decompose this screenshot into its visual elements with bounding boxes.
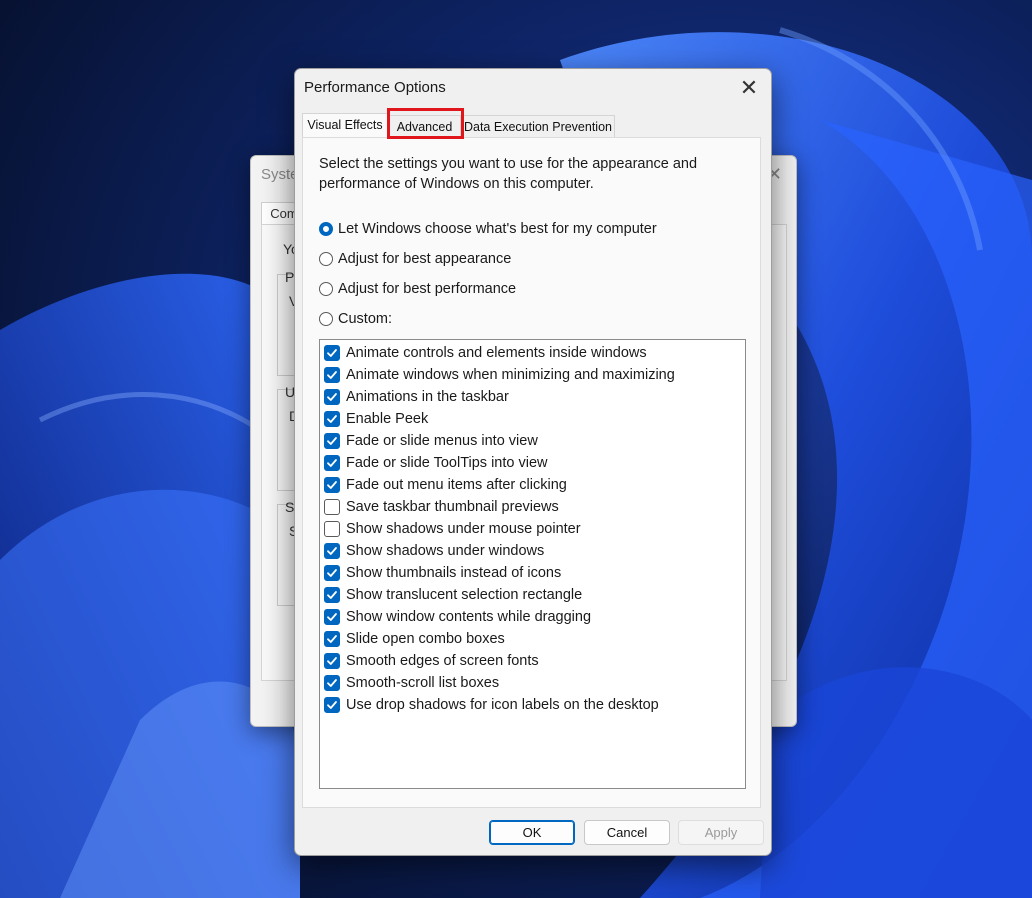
checkbox-checked-icon[interactable]: [324, 631, 340, 647]
visual-effects-listbox[interactable]: Animate controls and elements inside win…: [319, 339, 746, 789]
checkbox-checked-icon[interactable]: [324, 345, 340, 361]
checkbox-checked-icon[interactable]: [324, 609, 340, 625]
tab-data-execution-prevention[interactable]: Data Execution Prevention: [461, 115, 615, 137]
radio-unselected-icon[interactable]: [319, 252, 333, 266]
effect-option-label: Save taskbar thumbnail previews: [346, 499, 559, 515]
radio-label: Adjust for best appearance: [338, 251, 512, 267]
effect-option-label: Slide open combo boxes: [346, 631, 505, 647]
checkbox-checked-icon[interactable]: [324, 411, 340, 427]
effect-option-row[interactable]: Smooth-scroll list boxes: [324, 673, 499, 693]
performance-options-dialog: Performance Options ✕ Visual Effects Adv…: [294, 68, 772, 856]
effect-option-row[interactable]: Animate controls and elements inside win…: [324, 343, 647, 363]
effect-option-row[interactable]: Fade or slide ToolTips into view: [324, 453, 548, 473]
checkbox-checked-icon[interactable]: [324, 367, 340, 383]
checkbox-checked-icon[interactable]: [324, 653, 340, 669]
radio-selected-icon[interactable]: [319, 222, 333, 236]
effect-option-row[interactable]: Save taskbar thumbnail previews: [324, 497, 559, 517]
radio-let-windows-choose[interactable]: Let Windows choose what's best for my co…: [319, 219, 657, 239]
checkbox-checked-icon[interactable]: [324, 675, 340, 691]
effect-option-label: Fade out menu items after clicking: [346, 477, 567, 493]
close-icon[interactable]: ✕: [735, 75, 763, 101]
effect-option-row[interactable]: Animate windows when minimizing and maxi…: [324, 365, 675, 385]
effect-option-row[interactable]: Enable Peek: [324, 409, 428, 429]
effect-option-label: Smooth-scroll list boxes: [346, 675, 500, 691]
checkbox-unchecked-icon[interactable]: [324, 521, 340, 537]
intro-text: Select the settings you want to use for …: [319, 156, 698, 192]
checkbox-unchecked-icon[interactable]: [324, 499, 340, 515]
checkbox-checked-icon[interactable]: [324, 455, 340, 471]
effect-option-label: Show thumbnails instead of icons: [346, 565, 562, 581]
effect-option-label: Show window contents while dragging: [346, 609, 592, 625]
radio-label: Let Windows choose what's best for my co…: [338, 221, 657, 237]
radio-custom[interactable]: Custom:: [319, 309, 392, 329]
bg-text-fragment: S: [285, 499, 295, 515]
ok-button[interactable]: OK: [489, 820, 575, 845]
effect-option-row[interactable]: Use drop shadows for icon labels on the …: [324, 695, 659, 715]
effect-option-row[interactable]: Slide open combo boxes: [324, 629, 505, 649]
effect-option-label: Animate controls and elements inside win…: [346, 345, 647, 361]
radio-best-performance[interactable]: Adjust for best performance: [319, 279, 516, 299]
tab-advanced[interactable]: Advanced: [388, 115, 461, 137]
effect-option-label: Fade or slide ToolTips into view: [346, 455, 548, 471]
radio-unselected-icon[interactable]: [319, 312, 333, 326]
checkbox-checked-icon[interactable]: [324, 565, 340, 581]
effect-option-label: Show translucent selection rectangle: [346, 587, 583, 603]
bg-window-title: Syste: [261, 166, 299, 183]
effect-option-row[interactable]: Show thumbnails instead of icons: [324, 563, 561, 583]
effect-option-row[interactable]: Show translucent selection rectangle: [324, 585, 582, 605]
effect-option-label: Show shadows under mouse pointer: [346, 521, 581, 537]
effect-option-row[interactable]: Animations in the taskbar: [324, 387, 509, 407]
effect-option-label: Animate windows when minimizing and maxi…: [346, 367, 675, 383]
effect-option-row[interactable]: Fade out menu items after clicking: [324, 475, 567, 495]
checkbox-checked-icon[interactable]: [324, 587, 340, 603]
bg-text-fragment: P: [285, 269, 295, 285]
dialog-title: Performance Options: [304, 79, 446, 96]
effect-option-row[interactable]: Show shadows under windows: [324, 541, 544, 561]
effect-option-label: Smooth edges of screen fonts: [346, 653, 539, 669]
tab-visual-effects[interactable]: Visual Effects: [302, 113, 388, 137]
checkbox-checked-icon[interactable]: [324, 697, 340, 713]
effect-option-label: Use drop shadows for icon labels on the …: [346, 697, 659, 713]
effect-option-row[interactable]: Show window contents while dragging: [324, 607, 591, 627]
effect-option-label: Enable Peek: [346, 411, 429, 427]
radio-label: Custom:: [338, 311, 392, 327]
checkbox-checked-icon[interactable]: [324, 389, 340, 405]
checkbox-checked-icon[interactable]: [324, 477, 340, 493]
radio-unselected-icon[interactable]: [319, 282, 333, 296]
radio-best-appearance[interactable]: Adjust for best appearance: [319, 249, 511, 269]
effect-option-row[interactable]: Smooth edges of screen fonts: [324, 651, 539, 671]
cancel-button[interactable]: Cancel: [584, 820, 670, 845]
radio-label: Adjust for best performance: [338, 281, 517, 297]
checkbox-checked-icon[interactable]: [324, 543, 340, 559]
effect-option-label: Fade or slide menus into view: [346, 433, 538, 449]
effect-option-label: Show shadows under windows: [346, 543, 545, 559]
effect-option-row[interactable]: Show shadows under mouse pointer: [324, 519, 581, 539]
checkbox-checked-icon[interactable]: [324, 433, 340, 449]
apply-button[interactable]: Apply: [678, 820, 764, 845]
effect-option-label: Animations in the taskbar: [346, 389, 509, 405]
effect-option-row[interactable]: Fade or slide menus into view: [324, 431, 538, 451]
